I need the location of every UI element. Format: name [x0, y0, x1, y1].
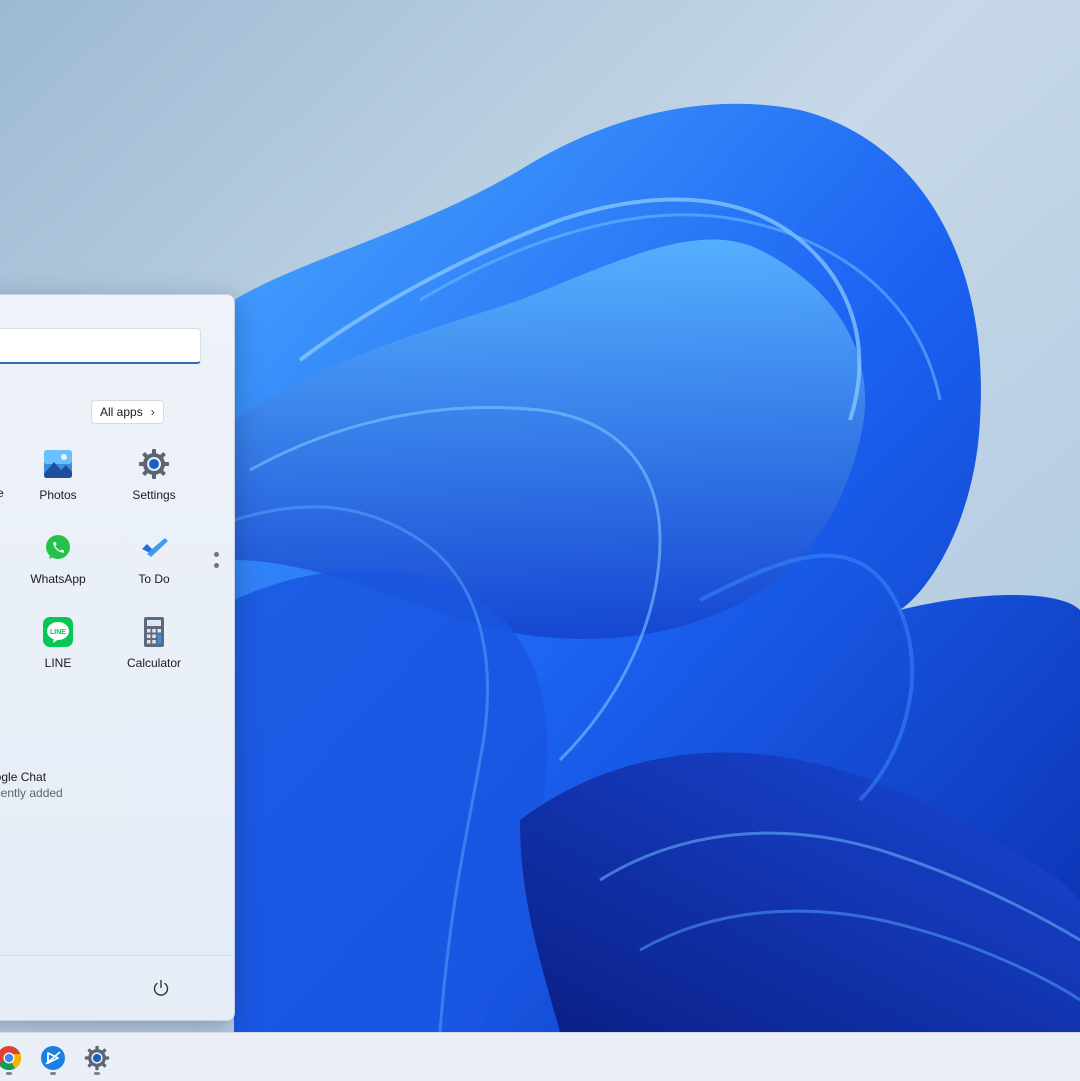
desktop: All apps › e Photos: [0, 0, 1080, 1032]
pinned-app-todo[interactable]: To Do: [109, 532, 199, 586]
taskbar-app[interactable]: [40, 1045, 66, 1071]
all-apps-button[interactable]: All apps ›: [91, 400, 164, 424]
pinned-app-whatsapp[interactable]: WhatsApp: [13, 532, 103, 586]
taskbar: [0, 1032, 1080, 1081]
power-button[interactable]: [149, 976, 173, 1000]
app-label: To Do: [138, 572, 170, 586]
all-apps-label: All apps: [100, 405, 143, 419]
page-dot: [214, 563, 219, 568]
power-icon: [153, 979, 169, 996]
app-label: Photos: [39, 488, 77, 502]
search-input[interactable]: [0, 328, 201, 364]
svg-text:LINE: LINE: [50, 629, 66, 636]
running-indicator: [94, 1072, 100, 1075]
start-menu-footer: [0, 955, 234, 1020]
calculator-icon: [138, 616, 170, 648]
taskbar-chrome[interactable]: [0, 1045, 22, 1071]
start-menu: All apps › e Photos: [0, 294, 235, 1021]
pinned-app-label-partial: e: [0, 486, 4, 500]
app-label: WhatsApp: [30, 572, 86, 586]
settings-gear-icon: [84, 1045, 110, 1071]
settings-gear-icon: [138, 448, 170, 480]
page-dot: [214, 552, 219, 557]
chrome-icon: [0, 1046, 22, 1070]
photos-icon: [42, 448, 74, 480]
recommended-item-subtitle: ecently added: [0, 786, 63, 800]
whatsapp-icon: [42, 532, 74, 564]
todo-icon: [138, 532, 170, 564]
pinned-app-photos[interactable]: Photos: [13, 448, 103, 502]
pinned-app-calculator[interactable]: Calculator: [109, 616, 199, 670]
line-icon: LINE: [42, 616, 74, 648]
recommended-item-title: oogle Chat: [0, 770, 47, 784]
app-label: Calculator: [126, 656, 182, 670]
app-label: LINE: [44, 656, 72, 670]
pinned-page-indicator[interactable]: [214, 552, 220, 574]
app-label: Settings: [132, 488, 176, 502]
taskbar-settings[interactable]: [84, 1045, 110, 1071]
pinned-app-line[interactable]: LINE LINE: [13, 616, 103, 670]
running-indicator: [50, 1072, 56, 1075]
chevron-right-icon: ›: [150, 405, 155, 419]
app-icon: [41, 1046, 65, 1070]
running-indicator: [6, 1072, 12, 1075]
pinned-app-settings[interactable]: Settings: [109, 448, 199, 502]
